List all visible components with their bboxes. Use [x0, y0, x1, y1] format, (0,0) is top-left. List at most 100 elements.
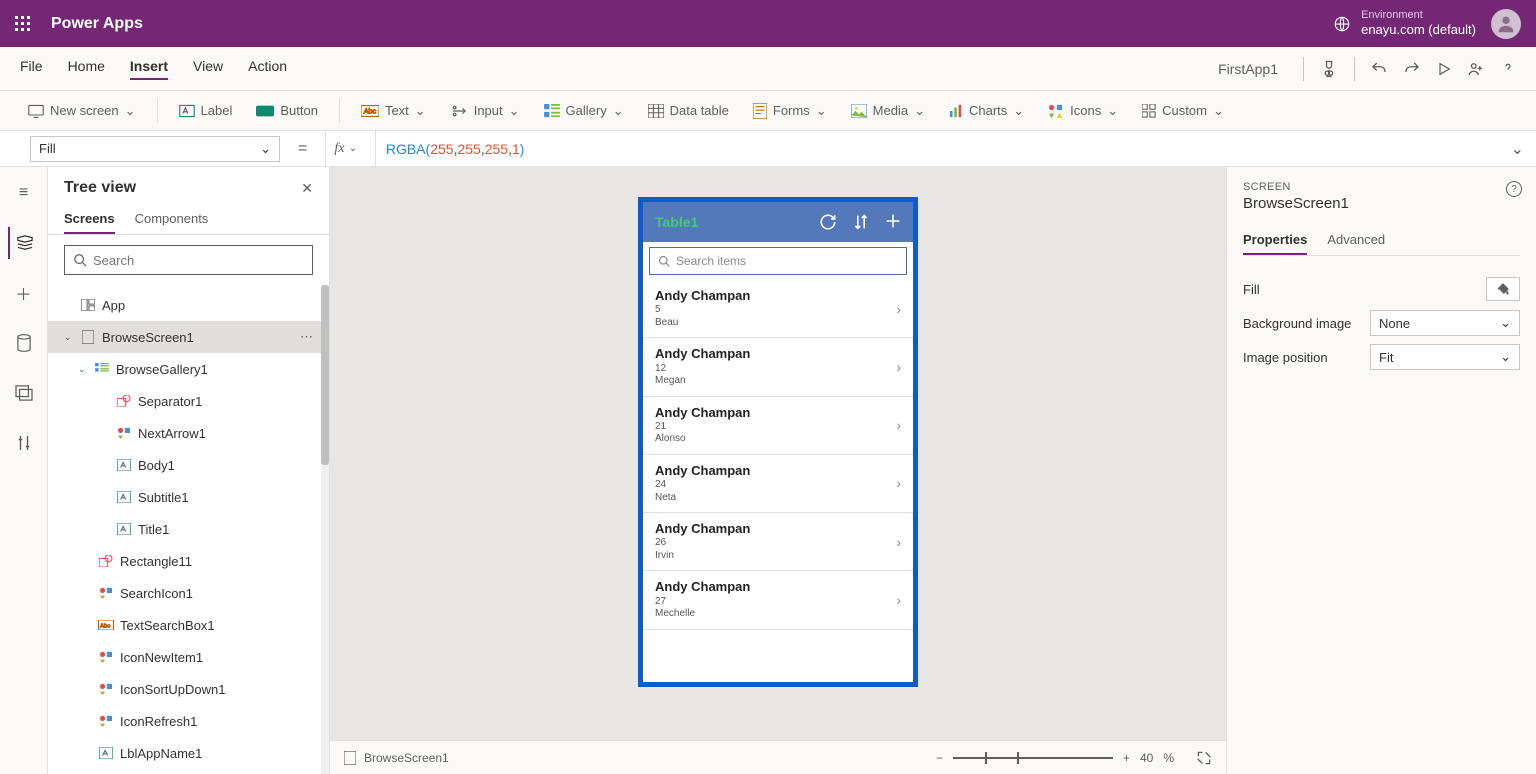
- fx-label[interactable]: fx⌄: [325, 131, 365, 166]
- add-icon[interactable]: [885, 213, 901, 231]
- waffle-icon[interactable]: [15, 16, 31, 32]
- rail-tree-icon[interactable]: [8, 227, 40, 259]
- left-rail: ≡ ＋: [0, 167, 48, 774]
- icons-dropdown[interactable]: Icons ⌄: [1040, 99, 1126, 123]
- custom-dropdown[interactable]: Custom ⌄: [1134, 99, 1232, 123]
- prop-imgpos-dropdown[interactable]: Fit ⌄: [1370, 344, 1520, 370]
- chevron-right-icon[interactable]: ›: [896, 592, 901, 608]
- scrollbar[interactable]: [321, 285, 329, 774]
- new-screen-button[interactable]: New screen ⌄: [20, 99, 144, 123]
- menu-file[interactable]: File: [20, 58, 43, 80]
- tree-item-title[interactable]: Title1: [48, 513, 329, 545]
- share-icon[interactable]: [1467, 60, 1485, 78]
- tree-item-iconrefresh[interactable]: IconRefresh1: [48, 705, 329, 737]
- redo-icon[interactable]: [1403, 60, 1421, 78]
- tab-properties[interactable]: Properties: [1243, 226, 1307, 255]
- canvas-footer: BrowseScreen1 − + 40 %: [330, 740, 1226, 774]
- list-item[interactable]: Andy Champan27Mechelle›: [643, 571, 913, 629]
- tree-item-nextarrow[interactable]: NextArrow1: [48, 417, 329, 449]
- rail-data-icon[interactable]: [8, 327, 40, 359]
- play-icon[interactable]: [1436, 61, 1452, 77]
- tab-advanced[interactable]: Advanced: [1327, 226, 1385, 255]
- tree-item-app[interactable]: App: [48, 289, 329, 321]
- rail-insert-icon[interactable]: ＋: [8, 277, 40, 309]
- media-dropdown[interactable]: Media ⌄: [843, 99, 933, 123]
- chevron-right-icon[interactable]: ›: [896, 475, 901, 491]
- row-body: Megan: [655, 375, 750, 388]
- environment-picker[interactable]: Environment enayu.com (default): [1333, 9, 1476, 38]
- app-checker-icon[interactable]: [1319, 59, 1339, 79]
- tree-item-body[interactable]: Body1: [48, 449, 329, 481]
- text-dropdown[interactable]: Abc Text ⌄: [353, 99, 434, 123]
- list-item[interactable]: Andy Champan12Megan›: [643, 338, 913, 396]
- icon-control-icon: [98, 651, 114, 663]
- gallery-dropdown[interactable]: Gallery ⌄: [536, 99, 632, 123]
- chevron-right-icon[interactable]: ›: [896, 417, 901, 433]
- search-input[interactable]: [93, 253, 304, 268]
- rail-media-icon[interactable]: [8, 377, 40, 409]
- divider: [1354, 57, 1355, 81]
- tree-list: App ⌄ BrowseScreen1 ⋯ ⌄ BrowseGallery1 S…: [48, 285, 329, 774]
- input-dropdown[interactable]: Input ⌄: [442, 99, 528, 123]
- chevron-down-icon: ⌄: [1500, 349, 1511, 365]
- chevron-right-icon[interactable]: ›: [896, 534, 901, 550]
- tree-item-browsescreen[interactable]: ⌄ BrowseScreen1 ⋯: [48, 321, 329, 353]
- menu-home[interactable]: Home: [68, 58, 105, 80]
- tree-item-searchicon[interactable]: SearchIcon1: [48, 577, 329, 609]
- zoom-in-icon[interactable]: +: [1123, 751, 1130, 765]
- media-icon: [851, 104, 867, 118]
- property-selector[interactable]: Fill ⌄: [30, 136, 280, 162]
- help-icon[interactable]: [1500, 59, 1516, 79]
- chevron-down-icon[interactable]: ⌄: [64, 332, 74, 343]
- prop-bgimage-dropdown[interactable]: None ⌄: [1370, 310, 1520, 336]
- input-icon: [450, 104, 468, 118]
- tree-item-browsegallery[interactable]: ⌄ BrowseGallery1: [48, 353, 329, 385]
- phone-search[interactable]: Search items: [649, 247, 907, 275]
- zoom-value: 40: [1140, 751, 1153, 765]
- list-item[interactable]: Andy Champan26Irvin›: [643, 513, 913, 571]
- rail-advanced-icon[interactable]: [8, 427, 40, 459]
- tab-screens[interactable]: Screens: [64, 205, 115, 234]
- tree-item-iconnewitem[interactable]: IconNewItem1: [48, 641, 329, 673]
- button-button[interactable]: Button: [248, 99, 326, 122]
- undo-icon[interactable]: [1370, 60, 1388, 78]
- list-item[interactable]: Andy Champan5Beau›: [643, 280, 913, 338]
- fit-to-screen-icon[interactable]: [1196, 750, 1212, 766]
- formula-expand-icon[interactable]: ⌄: [1499, 139, 1536, 159]
- rail-hamburger-icon[interactable]: ≡: [8, 177, 40, 209]
- menu-insert[interactable]: Insert: [130, 58, 168, 80]
- label-icon: [116, 523, 132, 535]
- chevron-down-icon: ⌄: [125, 103, 136, 119]
- tree-item-subtitle[interactable]: Subtitle1: [48, 481, 329, 513]
- tab-components[interactable]: Components: [135, 205, 209, 234]
- help-icon[interactable]: ?: [1506, 181, 1522, 197]
- menu-view[interactable]: View: [193, 58, 223, 80]
- screen-checkbox[interactable]: [344, 751, 356, 765]
- data-table-button[interactable]: Data table: [640, 99, 737, 122]
- tree-search[interactable]: [64, 245, 313, 275]
- prop-fill-swatch[interactable]: [1486, 277, 1520, 301]
- chevron-right-icon[interactable]: ›: [896, 301, 901, 317]
- label-button[interactable]: Label: [171, 99, 241, 122]
- tree-item-textsearchbox[interactable]: Abc TextSearchBox1: [48, 609, 329, 641]
- list-item[interactable]: Andy Champan24Neta›: [643, 455, 913, 513]
- tree-item-separator[interactable]: Separator1: [48, 385, 329, 417]
- chevron-right-icon[interactable]: ›: [896, 359, 901, 375]
- tree-item-iconsortupdown[interactable]: IconSortUpDown1: [48, 673, 329, 705]
- list-item[interactable]: Andy Champan21Alonso›: [643, 397, 913, 455]
- formula-input[interactable]: RGBA(255, 255, 255, 1): [375, 131, 1489, 166]
- refresh-icon[interactable]: [819, 213, 837, 231]
- tree-item-rectangle[interactable]: Rectangle11: [48, 545, 329, 577]
- zoom-slider[interactable]: [953, 757, 1113, 759]
- tree-item-lblappname[interactable]: LblAppName1: [48, 737, 329, 769]
- close-icon[interactable]: ✕: [301, 180, 313, 197]
- charts-dropdown[interactable]: Charts ⌄: [941, 99, 1032, 123]
- phone-screen[interactable]: Table1 Search items Andy Champan5Beau›An…: [638, 197, 918, 687]
- zoom-out-icon[interactable]: −: [936, 751, 943, 765]
- user-avatar[interactable]: [1491, 9, 1521, 39]
- chevron-down-icon[interactable]: ⌄: [78, 364, 88, 375]
- more-icon[interactable]: ⋯: [300, 329, 313, 345]
- menu-action[interactable]: Action: [248, 58, 287, 80]
- sort-icon[interactable]: [853, 213, 869, 231]
- forms-dropdown[interactable]: Forms ⌄: [745, 99, 835, 123]
